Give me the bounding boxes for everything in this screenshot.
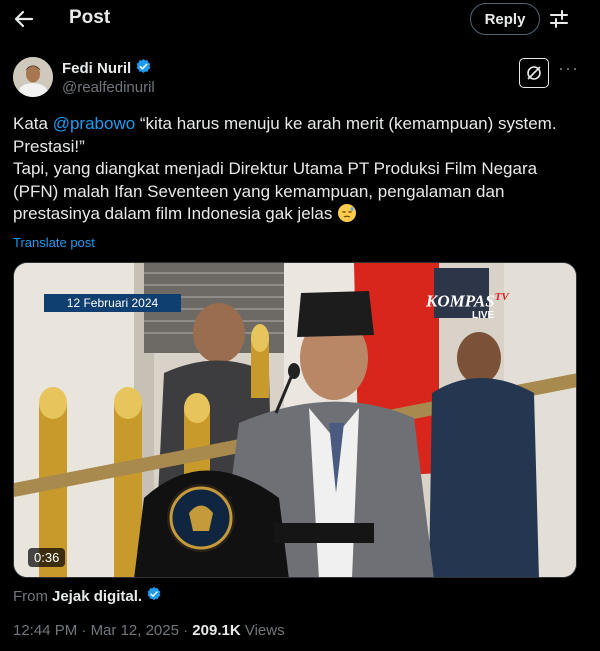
author-handle[interactable]: @realfedinuril (62, 79, 155, 96)
post-meta: 12:44 PM · Mar 12, 2025 · 209.1K Views (13, 622, 285, 639)
settings-sliders-icon[interactable] (548, 8, 570, 30)
avatar[interactable] (13, 57, 53, 97)
views-label: Views (244, 622, 285, 639)
source-verified-badge-icon (146, 586, 162, 606)
post-text-prefix: Kata (13, 114, 53, 133)
mention-link[interactable]: @prabowo (53, 114, 135, 133)
sad-face-emoji-icon (337, 203, 357, 223)
author-name-text[interactable]: Fedi Nuril (62, 60, 131, 77)
grok-icon[interactable] (519, 58, 549, 88)
reply-button[interactable]: Reply (470, 3, 540, 35)
video-player[interactable]: 12 Februari 2024 KOMPASTV LIVE 0:36 (13, 262, 577, 578)
post-date[interactable]: Mar 12, 2025 (91, 622, 179, 639)
author-name[interactable]: Fedi Nuril (62, 58, 152, 79)
source-name[interactable]: Jejak digital. (52, 588, 142, 605)
source-attribution: From Jejak digital. (13, 586, 162, 606)
video-duration: 0:36 (28, 548, 66, 567)
views-count: 209.1K (192, 622, 241, 639)
date-banner: 12 Februari 2024 (44, 294, 181, 312)
channel-logo-suffix: TV (494, 291, 509, 303)
top-bar: Post Reply (0, 0, 600, 40)
verified-badge-icon (135, 58, 152, 79)
live-label: LIVE (472, 310, 495, 321)
source-prefix: From (13, 587, 48, 605)
post-time[interactable]: 12:44 PM (13, 622, 77, 639)
page-title: Post (69, 7, 111, 28)
translate-post-link[interactable]: Translate post (13, 235, 95, 250)
post-text: Kata @prabowo “kita harus menuju ke arah… (13, 113, 583, 226)
post-text-body: Tapi, yang diangkat menjadi Direktur Uta… (13, 159, 542, 223)
more-options-icon[interactable]: ··· (558, 59, 579, 77)
kompas-tv-logo: KOMPASTV (426, 291, 509, 312)
channel-logo-text: KOMPAS (426, 291, 495, 311)
back-arrow-icon[interactable] (12, 7, 36, 31)
